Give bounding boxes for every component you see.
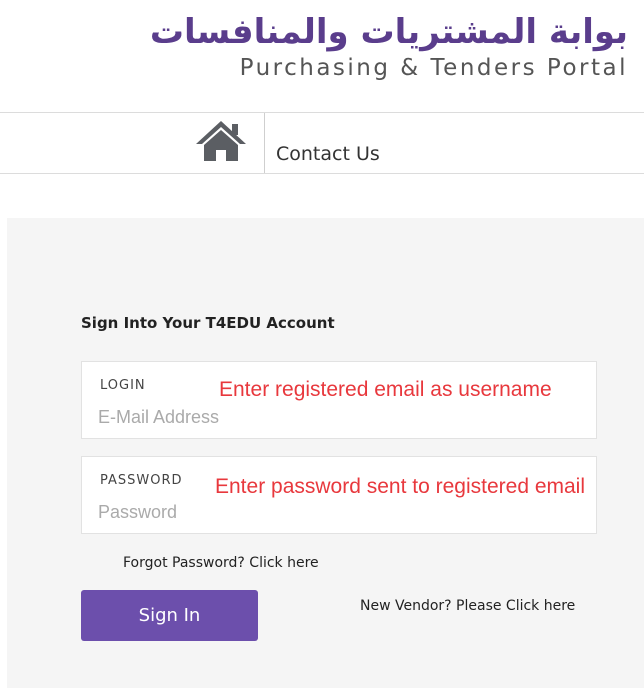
new-vendor-link[interactable]: New Vendor? Please Click here <box>360 598 575 614</box>
brand-english-title: Purchasing & Tenders Portal <box>239 55 628 81</box>
form-title: Sign Into Your T4EDU Account <box>81 314 335 332</box>
portal-brand: بوابة المشتريات والمنافسات Purchasing & … <box>150 12 628 82</box>
login-hint: Enter registered email as username <box>219 378 552 401</box>
nav-divider <box>264 113 265 173</box>
forgot-password-link[interactable]: Forgot Password? Click here <box>123 555 319 571</box>
contact-us-link[interactable]: Contact Us <box>276 143 380 165</box>
home-icon <box>196 121 246 161</box>
password-hint: Enter password sent to registered email <box>215 475 586 498</box>
email-input[interactable] <box>98 404 578 430</box>
login-label: LOGIN <box>100 378 146 393</box>
password-input[interactable] <box>98 499 578 525</box>
sign-in-button[interactable]: Sign In <box>81 590 258 641</box>
login-panel: Sign Into Your T4EDU Account LOGIN Enter… <box>7 218 644 688</box>
home-button[interactable] <box>192 119 250 163</box>
login-field-box[interactable]: LOGIN Enter registered email as username <box>81 361 597 439</box>
password-label: PASSWORD <box>100 473 183 488</box>
password-field-box[interactable]: PASSWORD Enter password sent to register… <box>81 456 597 534</box>
brand-arabic-title: بوابة المشتريات والمنافسات <box>149 12 628 52</box>
top-nav: Contact Us <box>0 112 644 174</box>
